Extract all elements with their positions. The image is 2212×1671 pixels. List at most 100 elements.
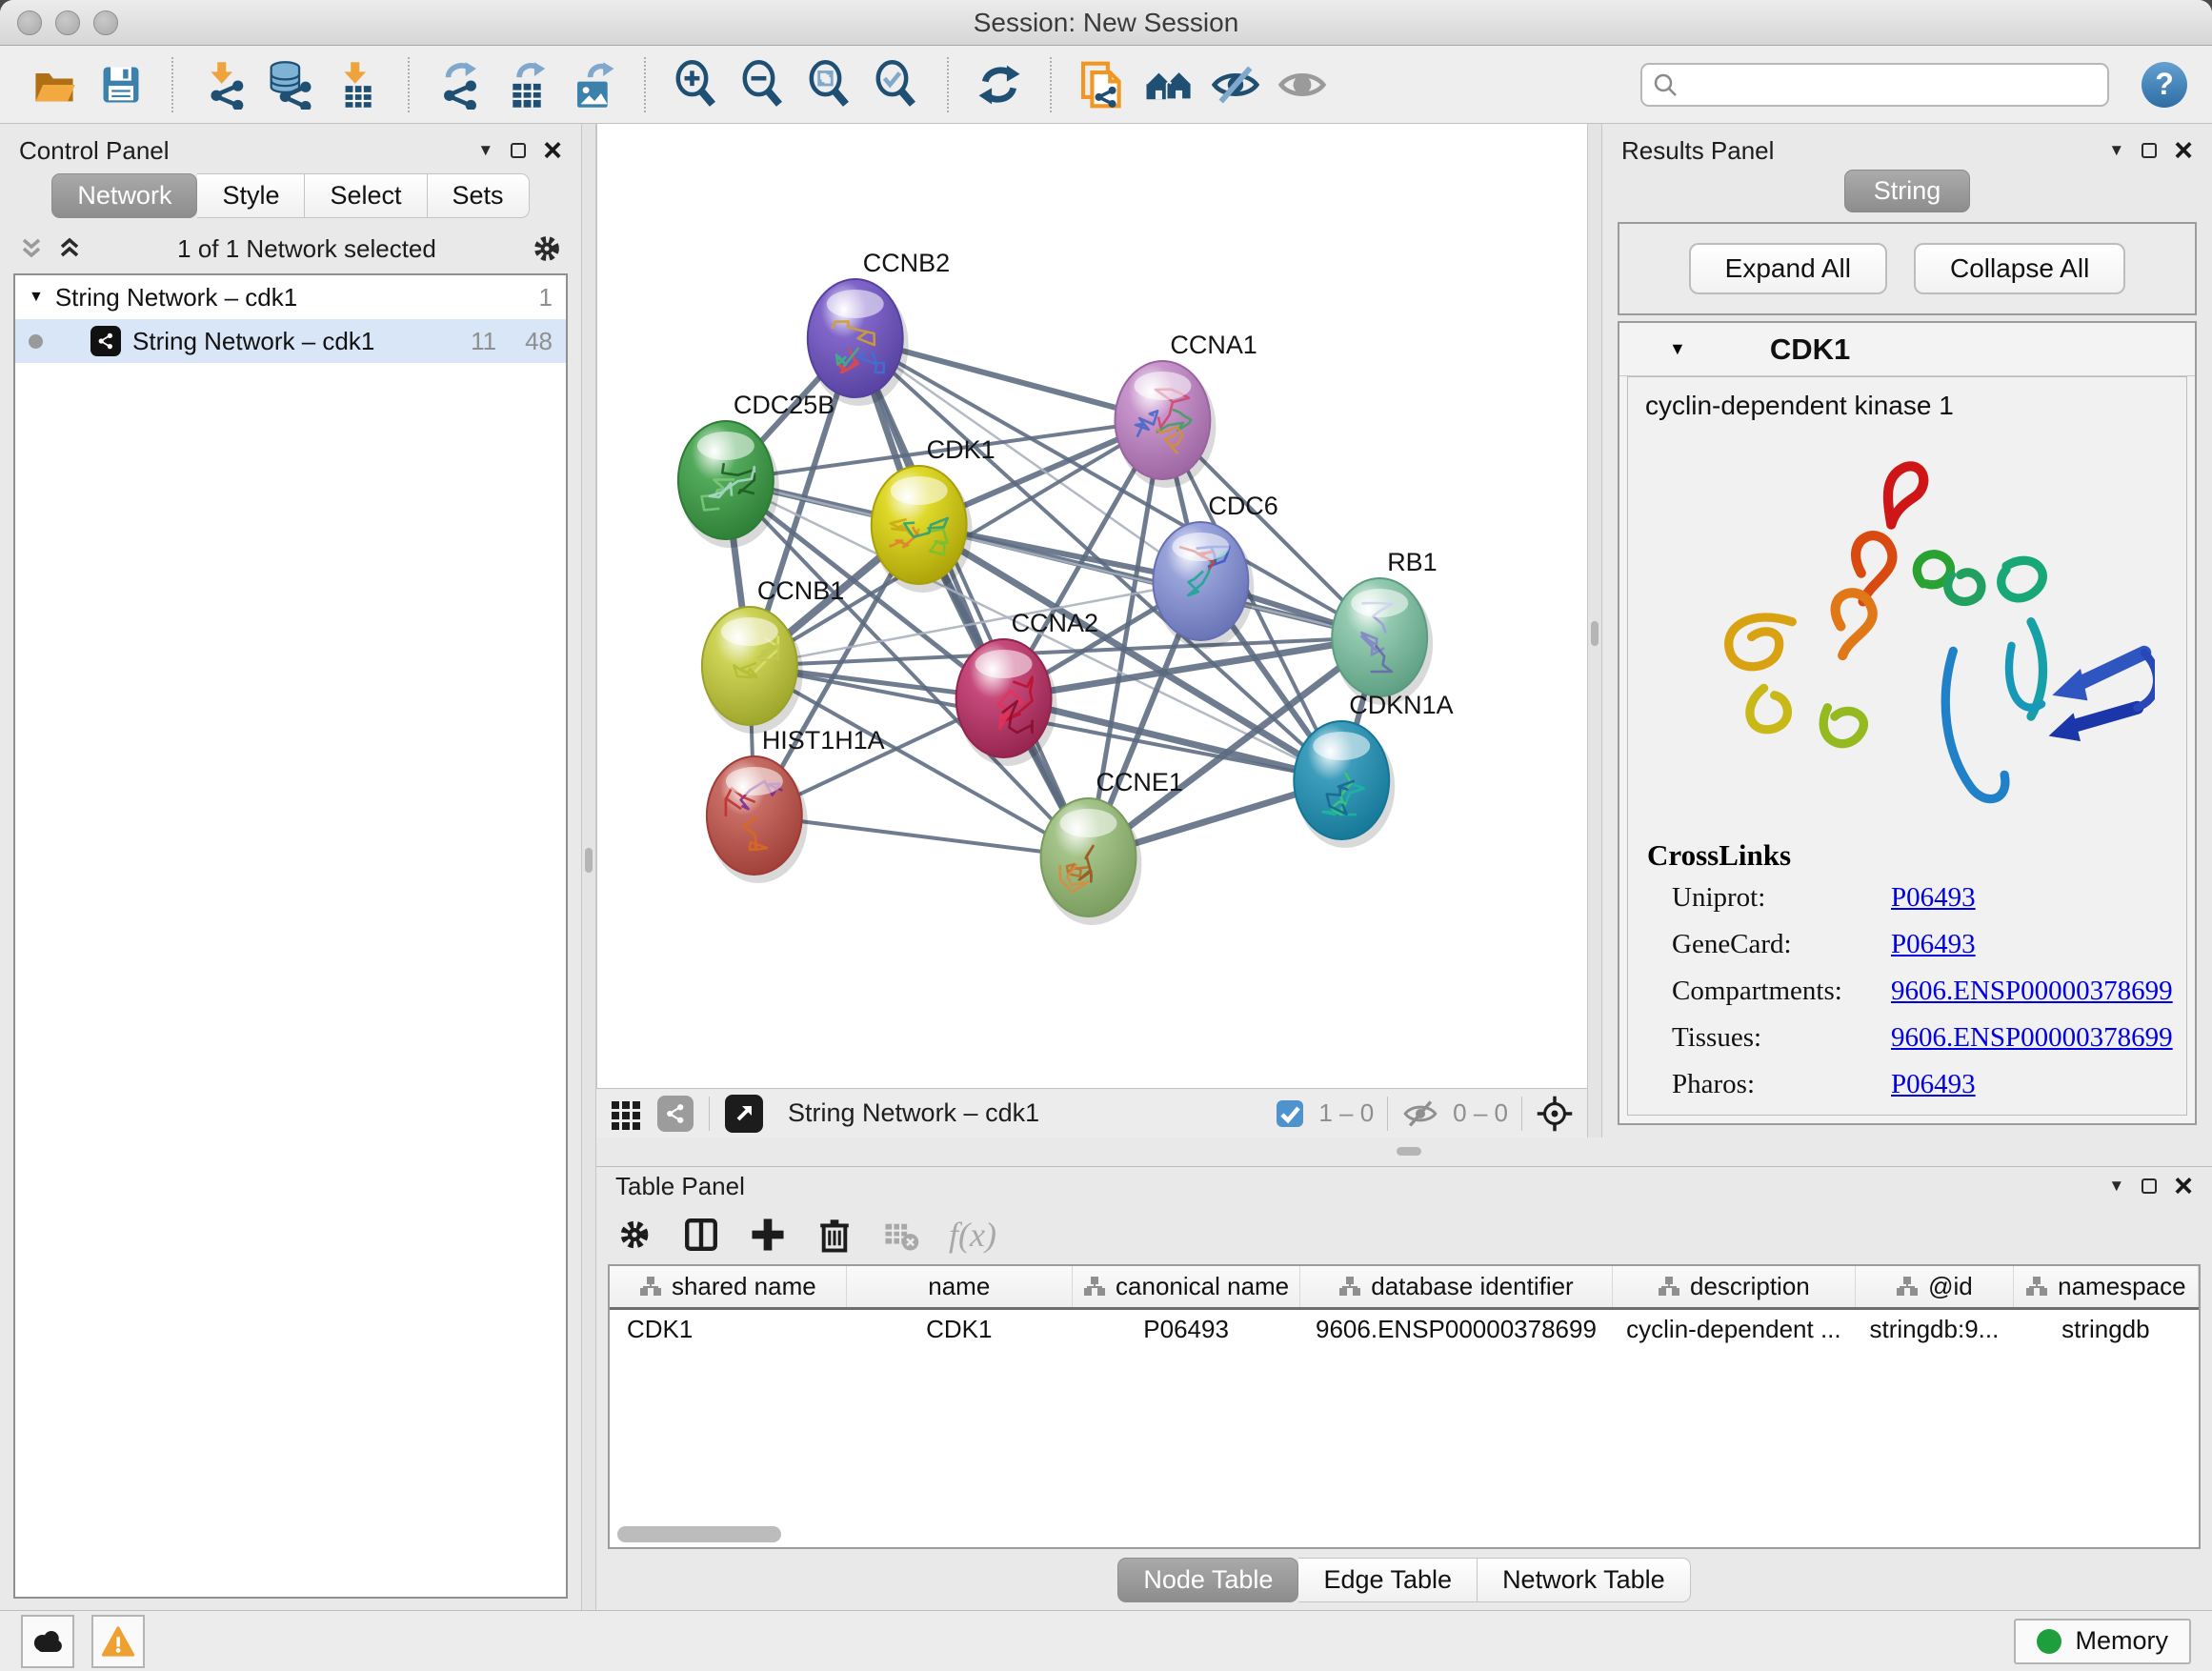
tab-edge-table[interactable]: Edge Table xyxy=(1298,1558,1478,1602)
panel-menu-icon[interactable]: ▼ xyxy=(477,141,493,160)
column-header[interactable]: namespace xyxy=(2013,1266,2198,1308)
protein-result-header[interactable]: ▼ CDK1 xyxy=(1619,323,2195,376)
zoom-selected-button[interactable] xyxy=(867,55,926,114)
horizontal-scrollbar[interactable] xyxy=(617,1526,781,1542)
memory-button[interactable]: Memory xyxy=(2014,1619,2191,1664)
export-table-button[interactable] xyxy=(497,55,556,114)
zoom-out-button[interactable] xyxy=(734,55,793,114)
splitter-handle[interactable] xyxy=(585,848,593,873)
expand-all-button[interactable]: Expand All xyxy=(1689,243,1887,294)
export-network-button[interactable] xyxy=(431,55,490,114)
collection-expander-icon[interactable]: ▼ xyxy=(29,289,44,306)
column-header[interactable]: shared name xyxy=(610,1266,846,1308)
splitter-handle[interactable] xyxy=(1397,1147,1421,1156)
show-eye-button[interactable] xyxy=(1273,55,1332,114)
search-input[interactable] xyxy=(1686,68,2098,102)
network-node[interactable]: CCNE1 xyxy=(1041,768,1183,925)
crosslink-value[interactable]: 9606.ENSP00000378699 xyxy=(1891,1022,2173,1054)
open-session-button[interactable] xyxy=(25,55,84,114)
horizontal-splitter[interactable] xyxy=(596,1137,2212,1166)
right-splitter[interactable] xyxy=(1587,124,1602,1137)
tab-select[interactable]: Select xyxy=(305,173,427,218)
network-collection-row[interactable]: ▼ String Network – cdk1 1 xyxy=(15,275,566,319)
tab-sets[interactable]: Sets xyxy=(428,173,530,218)
function-builder-icon: f(x) xyxy=(949,1215,996,1255)
panel-menu-icon[interactable]: ▼ xyxy=(2108,141,2124,160)
clone-network-button[interactable] xyxy=(1073,55,1132,114)
zoom-fit-button[interactable] xyxy=(800,55,859,114)
minimize-window-button[interactable] xyxy=(55,10,80,35)
refresh-view-button[interactable] xyxy=(970,55,1029,114)
node-table[interactable]: shared namenamecanonical namedatabase id… xyxy=(608,1264,2201,1549)
column-tree-icon xyxy=(1338,1275,1361,1298)
hide-selected-button[interactable] xyxy=(1206,55,1265,114)
network-node[interactable]: RB1 xyxy=(1332,548,1437,705)
network-node[interactable]: CCNB1 xyxy=(702,576,844,734)
table-toolbar: f(x) xyxy=(596,1205,2212,1264)
crosslink-value[interactable]: P06493 xyxy=(1891,929,1976,960)
collection-count: 1 xyxy=(539,283,553,312)
column-header[interactable]: database identifier xyxy=(1300,1266,1612,1308)
section-expander-icon[interactable]: ▼ xyxy=(1669,339,1686,359)
node-label: HIST1H1A xyxy=(762,726,885,755)
save-session-button[interactable] xyxy=(91,55,151,114)
splitter-handle[interactable] xyxy=(1591,621,1599,646)
tab-style[interactable]: Style xyxy=(197,173,305,218)
tab-node-table[interactable]: Node Table xyxy=(1117,1558,1298,1602)
birdseye-view-icon[interactable] xyxy=(725,1095,763,1133)
float-panel-icon[interactable] xyxy=(511,143,526,158)
column-header[interactable]: @id xyxy=(1856,1266,2014,1308)
panel-menu-icon[interactable]: ▼ xyxy=(2108,1177,2124,1196)
network-row[interactable]: String Network – cdk1 11 48 xyxy=(15,319,566,363)
network-canvas[interactable]: CCNB2CCNA1CDC25BCDK1CDC6RB1CCNB1CCNA2CDK… xyxy=(596,124,1587,1088)
table-row[interactable]: CDK1CDK1P064939606.ENSP00000378699cyclin… xyxy=(610,1308,2199,1350)
help-button[interactable]: ? xyxy=(2142,62,2187,108)
export-image-button[interactable] xyxy=(564,55,623,114)
add-column-icon[interactable] xyxy=(749,1216,787,1254)
selected-checkbox-icon[interactable] xyxy=(1275,1098,1305,1129)
columns-icon[interactable] xyxy=(682,1216,720,1254)
close-window-button[interactable] xyxy=(17,10,42,35)
float-panel-icon[interactable] xyxy=(2142,143,2157,158)
network-node[interactable]: CCNA1 xyxy=(1115,331,1257,488)
collapse-all-button[interactable]: Collapse All xyxy=(1914,243,2125,294)
float-panel-icon[interactable] xyxy=(2142,1178,2157,1194)
crosslink-value[interactable]: P06493 xyxy=(1891,1069,1976,1100)
network-tree: ▼ String Network – cdk1 1 String Netw xyxy=(13,273,568,1599)
delete-column-icon[interactable] xyxy=(815,1216,854,1254)
tab-network[interactable]: Network xyxy=(51,173,197,218)
gear-icon[interactable] xyxy=(530,232,564,266)
table-gear-icon[interactable] xyxy=(615,1216,654,1254)
close-panel-icon[interactable]: × xyxy=(2174,1177,2193,1196)
question-mark-icon: ? xyxy=(2155,67,2174,102)
close-panel-icon[interactable]: × xyxy=(543,141,562,160)
grid-view-icon[interactable] xyxy=(610,1097,642,1130)
network-graph[interactable]: CCNB2CCNA1CDC25BCDK1CDC6RB1CCNB1CCNA2CDK… xyxy=(597,124,1587,1088)
zoom-in-button[interactable] xyxy=(667,55,726,114)
network-node[interactable]: CCNB2 xyxy=(808,249,950,406)
cloud-status-button[interactable] xyxy=(21,1615,74,1668)
column-header[interactable]: description xyxy=(1612,1266,1856,1308)
crosshair-icon[interactable] xyxy=(1536,1095,1574,1133)
tab-string[interactable]: String xyxy=(1844,170,1971,212)
collapse-all-icon[interactable] xyxy=(17,234,46,263)
import-network-button[interactable] xyxy=(194,55,253,114)
expand-all-icon[interactable] xyxy=(55,234,84,263)
network-badge-icon[interactable] xyxy=(657,1096,694,1132)
import-table-button[interactable] xyxy=(328,55,387,114)
column-header[interactable]: name xyxy=(846,1266,1072,1308)
search-box[interactable] xyxy=(1640,63,2109,107)
network-node[interactable]: CDKN1A xyxy=(1294,691,1453,848)
crosslink-value[interactable]: P06493 xyxy=(1891,882,1976,914)
column-header[interactable]: canonical name xyxy=(1072,1266,1299,1308)
tab-network-table[interactable]: Network Table xyxy=(1478,1558,1691,1602)
warnings-button[interactable] xyxy=(91,1615,145,1668)
node-label: CCNA2 xyxy=(1012,609,1098,637)
home-networks-button[interactable] xyxy=(1139,55,1198,114)
crosslink-value[interactable]: 9606.ENSP00000378699 xyxy=(1891,976,2173,1007)
network-node[interactable]: HIST1H1A xyxy=(707,726,885,883)
import-network-database-button[interactable] xyxy=(261,55,320,114)
close-panel-icon[interactable]: × xyxy=(2174,141,2193,160)
zoom-window-button[interactable] xyxy=(93,10,118,35)
left-splitter[interactable] xyxy=(581,124,596,1610)
